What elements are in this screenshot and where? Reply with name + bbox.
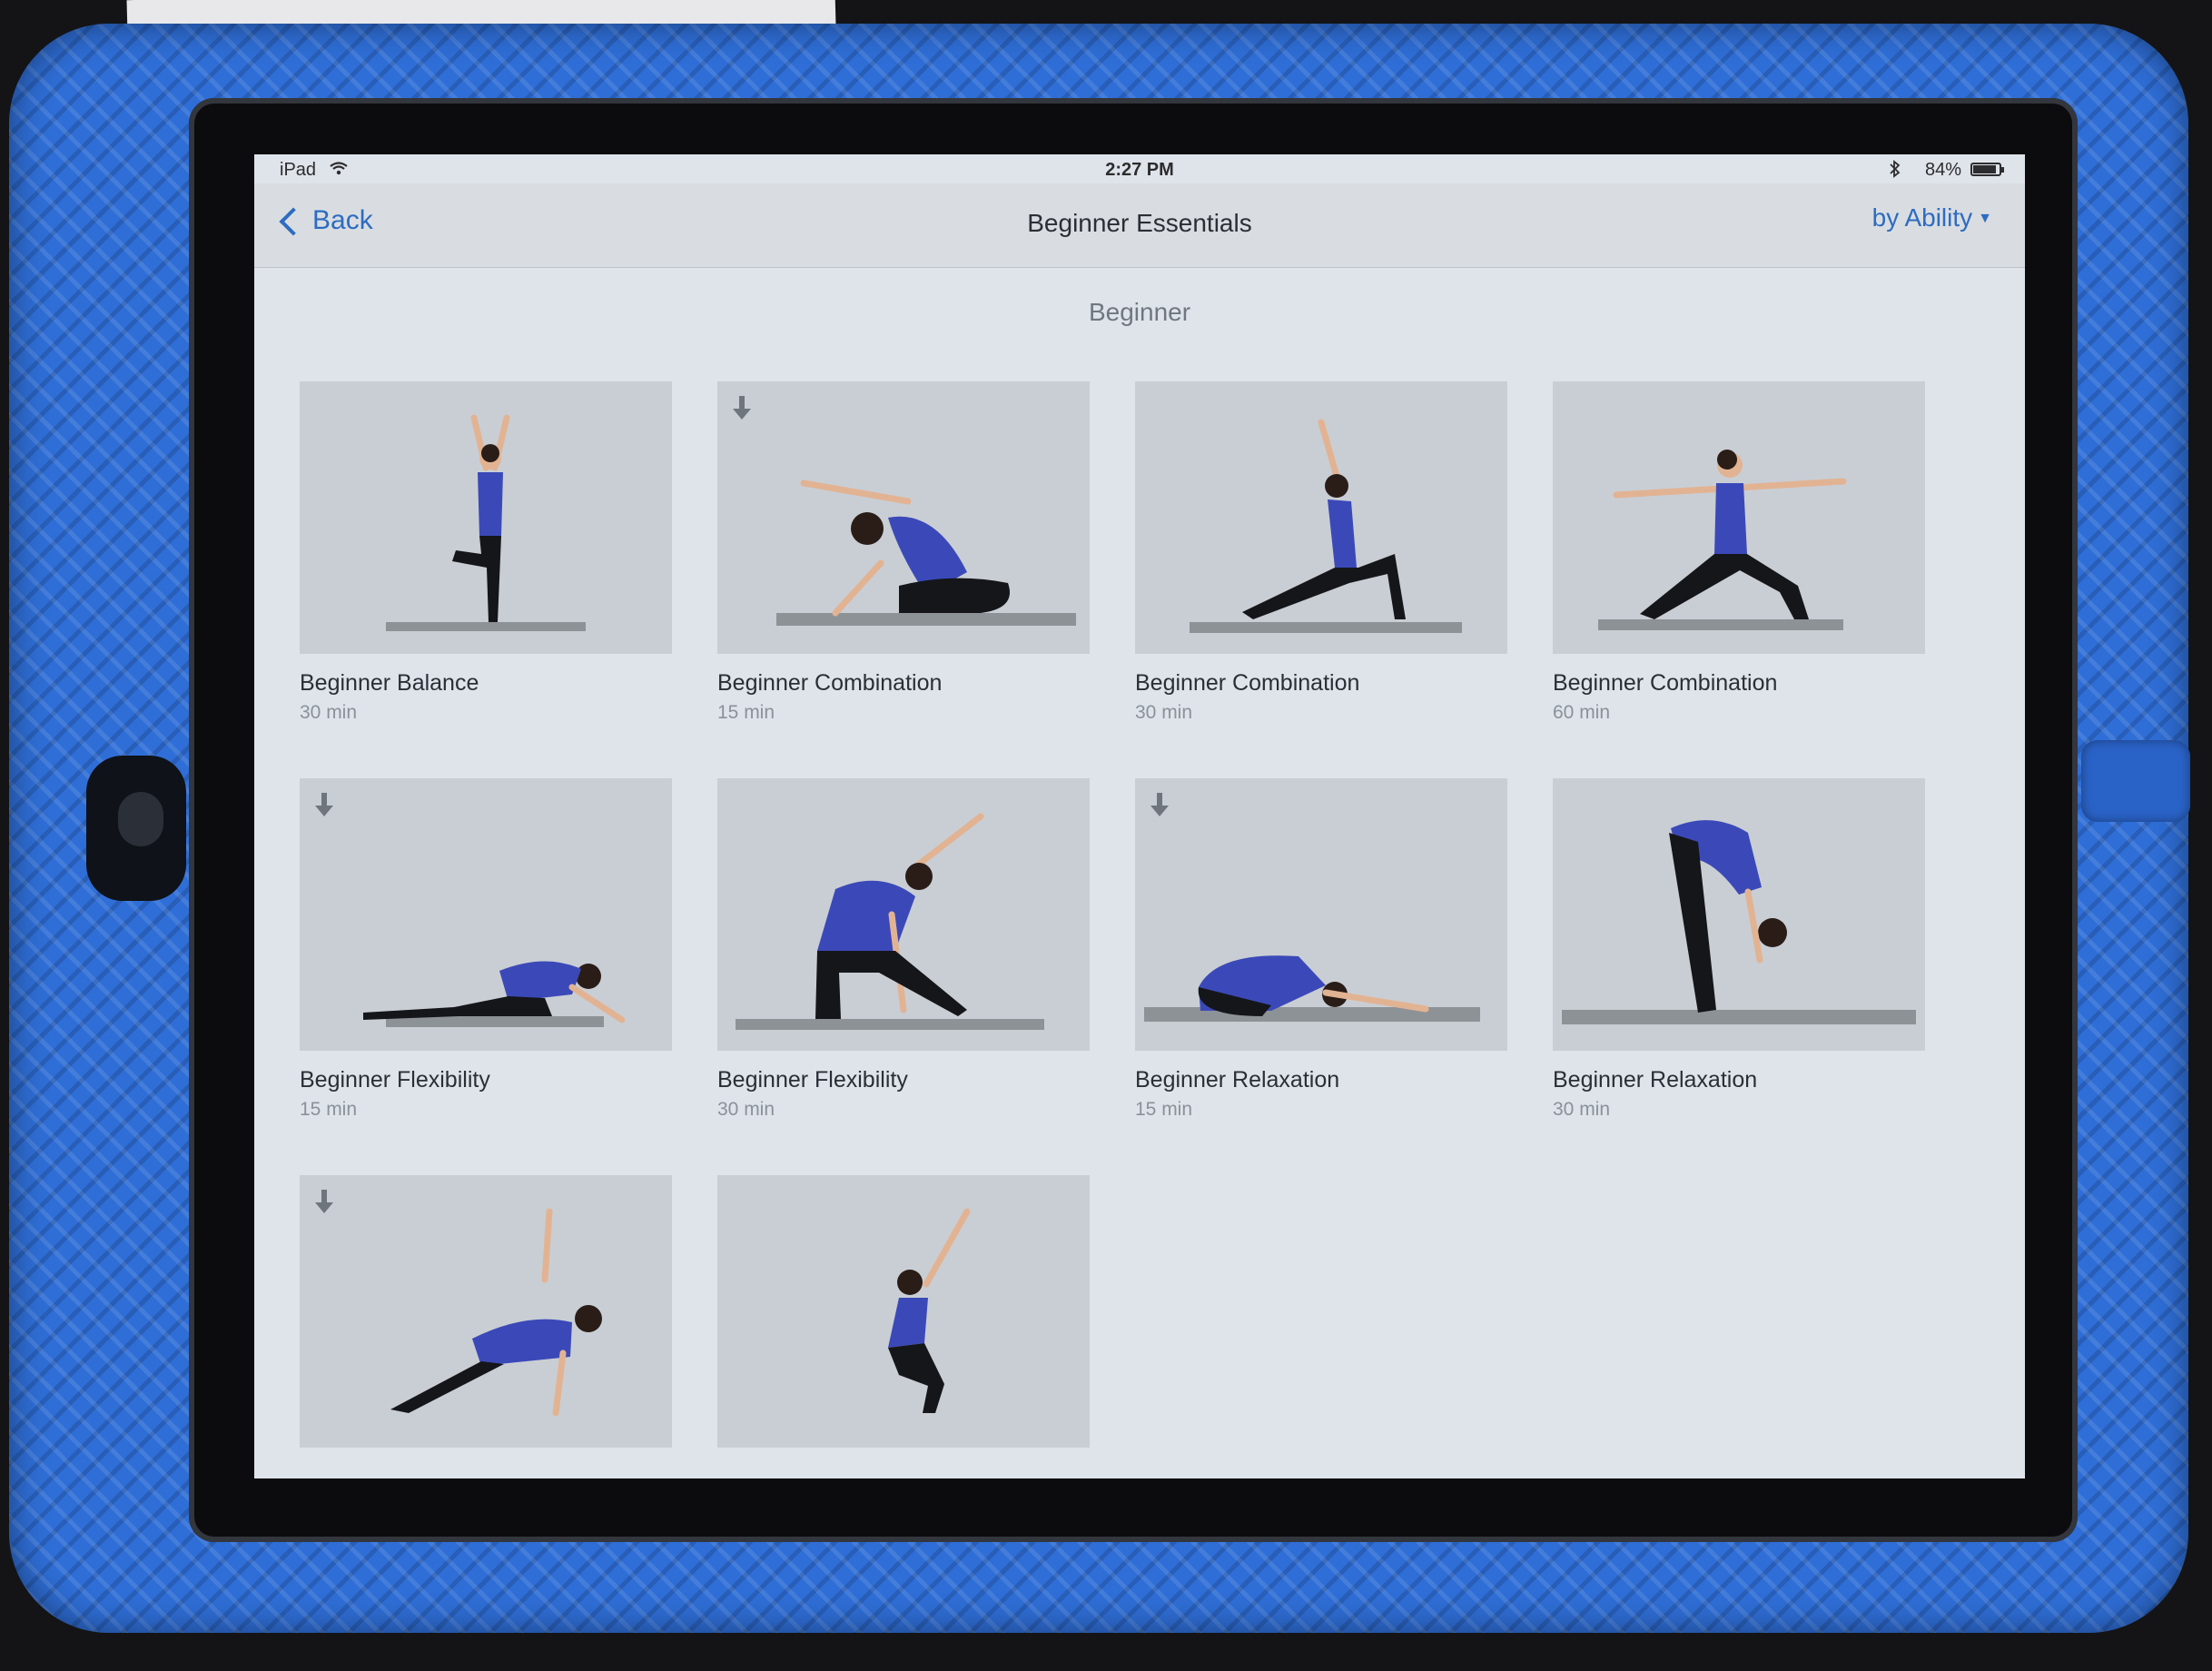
class-title: Beginner Flexibility xyxy=(717,1067,908,1093)
ipad-screen: iPad 2:27 PM 84% Back Beginner Essential… xyxy=(254,154,2025,1478)
class-title: Beginner Balance xyxy=(300,670,479,696)
navigation-bar: Back Beginner Essentials by Ability ▼ xyxy=(254,183,2025,268)
class-duration: 30 min xyxy=(1135,702,1193,723)
class-title: Beginner Combination xyxy=(1553,670,1778,696)
download-arrow-icon xyxy=(312,1188,336,1215)
class-tile[interactable]: Beginner Flexibility 30 min xyxy=(717,778,1090,1121)
low-lunge-pose-illustration xyxy=(1190,419,1462,633)
class-tile[interactable]: Beginner Balance 30 min xyxy=(300,381,672,724)
class-thumbnail xyxy=(1553,381,1925,654)
status-bar: iPad 2:27 PM 84% xyxy=(254,154,2025,183)
chair-reach-pose-illustration xyxy=(888,1208,971,1413)
class-tile[interactable]: Beginner Combination 15 min xyxy=(717,381,1090,724)
gate-pose-illustration xyxy=(736,813,1044,1030)
class-tile[interactable]: Beginner Flexibility 15 min xyxy=(300,778,672,1121)
class-thumbnail xyxy=(717,1175,1090,1448)
class-thumbnail xyxy=(1135,778,1507,1051)
class-thumbnail xyxy=(1553,778,1925,1051)
section-header: Beginner xyxy=(1088,298,1191,326)
class-tile[interactable]: Beginner Combination 60 min xyxy=(1553,381,1925,724)
class-tile[interactable] xyxy=(717,1175,1090,1448)
seated-side-bend-pose-illustration xyxy=(776,480,1076,626)
home-button-cover[interactable] xyxy=(2081,740,2190,822)
pigeon-pose-illustration xyxy=(363,961,626,1027)
class-duration: 60 min xyxy=(1553,702,1611,723)
class-duration: 30 min xyxy=(717,1099,775,1120)
class-tile[interactable]: Beginner Combination 30 min xyxy=(1135,381,1507,724)
class-grid: Beginner Balance 30 min Beginner Combinat… xyxy=(300,381,1980,1448)
class-tile[interactable]: Beginner Relaxation 30 min xyxy=(1553,778,1925,1121)
warrior-two-pose-illustration xyxy=(1598,450,1847,630)
class-title: Beginner Relaxation xyxy=(1135,1067,1340,1093)
status-time: 2:27 PM xyxy=(1105,160,1174,180)
download-arrow-icon xyxy=(1148,791,1171,818)
class-thumbnail xyxy=(300,381,672,654)
class-duration: 30 min xyxy=(1553,1099,1611,1120)
class-thumbnail xyxy=(300,1175,672,1448)
class-duration: 30 min xyxy=(300,702,358,723)
class-duration: 15 min xyxy=(300,1099,358,1120)
sort-label: by Ability xyxy=(1871,203,1973,232)
sort-by-ability-button[interactable]: by Ability ▼ xyxy=(1872,203,1992,232)
class-title: Beginner Combination xyxy=(717,670,943,696)
class-duration: 15 min xyxy=(717,702,775,723)
class-tile[interactable] xyxy=(300,1175,672,1448)
side-plank-pose-illustration xyxy=(390,1208,602,1417)
class-thumbnail xyxy=(300,778,672,1051)
case-camera-port-lens xyxy=(118,792,163,846)
bluetooth-icon xyxy=(1889,160,1901,183)
child-pose-illustration xyxy=(1144,955,1480,1022)
class-thumbnail xyxy=(717,381,1090,654)
class-thumbnail xyxy=(1135,381,1507,654)
class-title: Beginner Relaxation xyxy=(1553,1067,1758,1093)
caret-down-icon: ▼ xyxy=(1978,211,1992,226)
download-arrow-icon xyxy=(730,394,754,421)
class-tile[interactable]: Beginner Relaxation 15 min xyxy=(1135,778,1507,1121)
class-title: Beginner Combination xyxy=(1135,670,1360,696)
class-thumbnail xyxy=(717,778,1090,1051)
class-duration: 15 min xyxy=(1135,1099,1193,1120)
page-title: Beginner Essentials xyxy=(1027,209,1252,237)
battery-icon xyxy=(1970,163,2004,176)
download-arrow-icon xyxy=(312,791,336,818)
tree-pose-illustration xyxy=(386,414,586,631)
class-title: Beginner Flexibility xyxy=(300,1067,490,1093)
forward-fold-pose-illustration xyxy=(1562,820,1916,1024)
battery-percent: 84% xyxy=(1924,160,1961,180)
